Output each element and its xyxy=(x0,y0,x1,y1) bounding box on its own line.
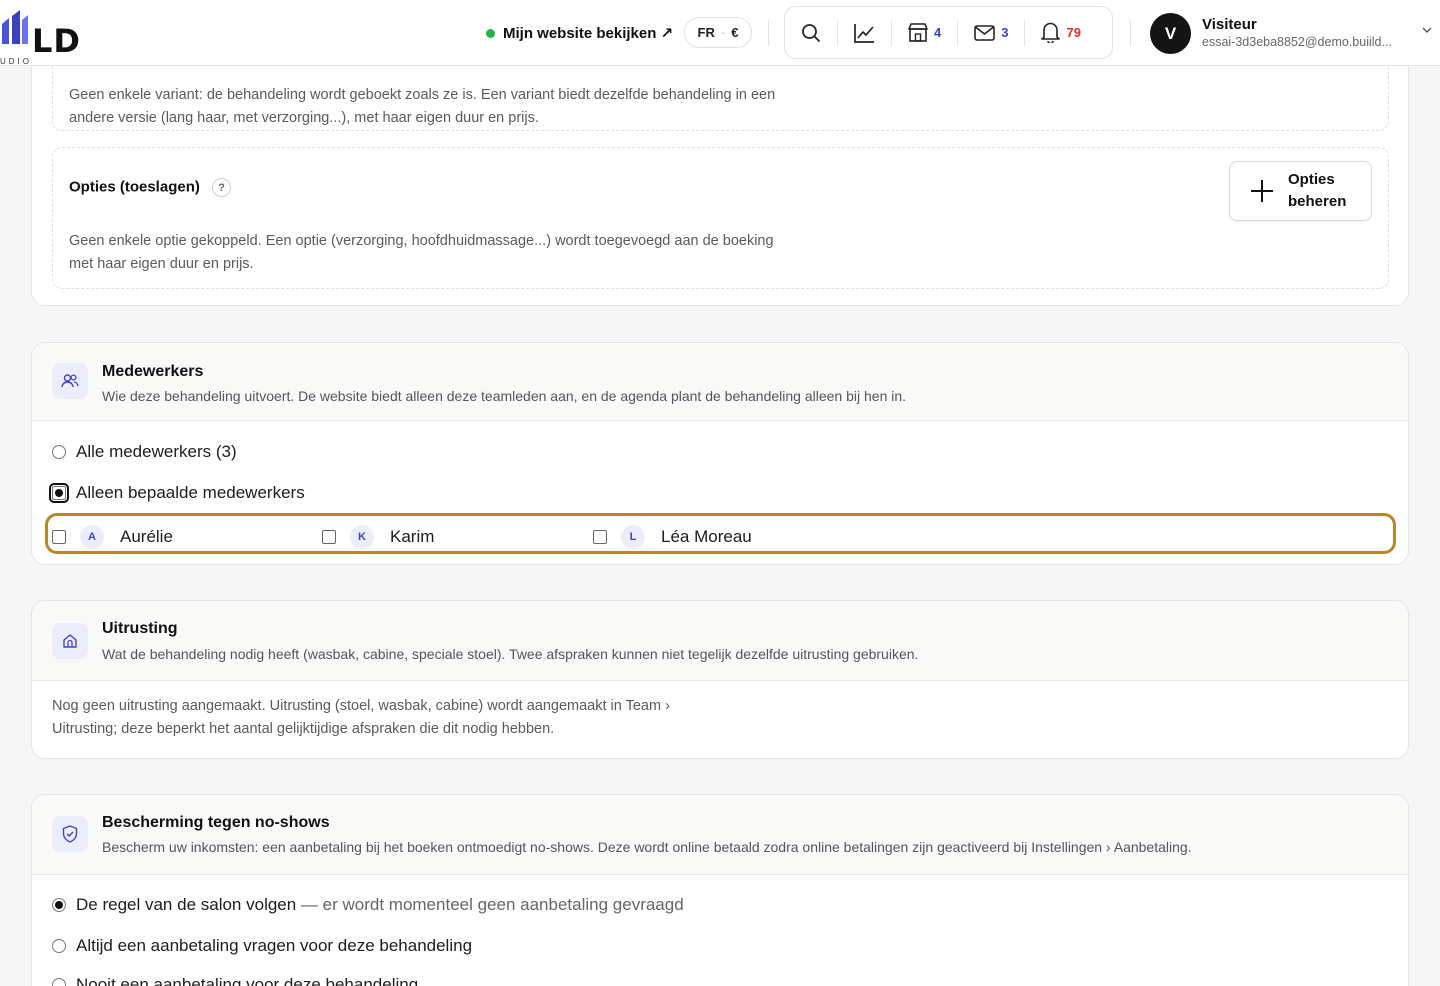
store-count-badge: 4 xyxy=(934,25,942,40)
radio-all-staff-control[interactable] xyxy=(52,445,66,459)
divider xyxy=(1130,20,1131,46)
logo-subtext: UDIO xyxy=(0,57,32,66)
staff-member-initial: L xyxy=(621,525,645,549)
users-icon xyxy=(61,374,79,388)
radio-always-deposit-label: Altijd een aanbetaling vragen voor deze … xyxy=(76,936,473,955)
shield-icon-badge xyxy=(52,816,88,852)
home-icon xyxy=(63,634,77,648)
user-avatar[interactable]: V xyxy=(1150,13,1191,54)
equipment-title: Uitrusting xyxy=(102,620,178,637)
brand-logo[interactable]: LD UDIO xyxy=(0,10,100,66)
plus-icon xyxy=(1251,180,1273,202)
radio-never-deposit-label: Nooit een aanbetaling voor deze behandel… xyxy=(76,975,419,986)
equipment-card: Uitrusting Wat de behandeling nodig heef… xyxy=(31,600,1409,759)
online-status-dot xyxy=(486,28,495,38)
radio-follow-salon-rule[interactable]: De regel van de salon volgen — er wordt … xyxy=(52,895,684,915)
staff-member-initial: K xyxy=(350,525,374,549)
staff-card: Medewerkers Wie deze behandeling uitvoer… xyxy=(31,342,1409,565)
language-code: FR xyxy=(697,25,715,40)
help-icon[interactable]: ? xyxy=(212,178,232,197)
chart-icon xyxy=(854,23,874,43)
staff-description: Wie deze behandeling uitvoert. De websit… xyxy=(102,388,907,404)
view-website-link[interactable]: Mijn website bekijken ↗ xyxy=(486,22,673,44)
manage-options-label: Opties beheren xyxy=(1288,171,1347,210)
staff-member-checkbox[interactable] xyxy=(52,530,66,544)
home-icon-badge xyxy=(52,623,88,659)
separator-dot: · xyxy=(720,25,726,40)
radio-always-deposit-control[interactable] xyxy=(52,939,66,953)
search-icon xyxy=(802,23,820,42)
follow-rule-note: — er wordt momenteel geen aanbetaling ge… xyxy=(296,895,684,914)
staff-member-list: A Aurélie K Karim L Léa Moreau xyxy=(45,513,1396,554)
follow-rule-text: De regel van de salon volgen xyxy=(76,895,297,914)
options-empty-text: Geen enkele optie gekoppeld. Een optie (… xyxy=(69,233,774,272)
radio-never-deposit-control[interactable] xyxy=(52,978,66,986)
radio-never-deposit[interactable]: Nooit een aanbetaling voor deze behandel… xyxy=(52,975,418,986)
variants-options-card: Geen enkele variant: de behandeling word… xyxy=(31,40,1409,306)
staff-member-checkbox[interactable] xyxy=(593,530,607,544)
staff-member-name: Karim xyxy=(390,527,435,546)
store-icon xyxy=(908,23,928,42)
radio-specific-staff-control[interactable] xyxy=(49,483,69,503)
users-icon-badge xyxy=(52,363,88,399)
radio-all-staff[interactable]: Alle medewerkers (3) xyxy=(52,442,237,462)
staff-member-lea-moreau[interactable]: L Léa Moreau xyxy=(593,525,752,549)
staff-member-initial: A xyxy=(80,525,104,549)
radio-specific-staff[interactable]: Alleen bepaalde medewerkers xyxy=(49,483,305,503)
view-website-label: Mijn website bekijken ↗ xyxy=(503,25,674,42)
mail-count-badge: 3 xyxy=(1001,25,1009,40)
mail-icon xyxy=(974,24,996,41)
options-title: Opties (toeslagen) xyxy=(69,178,200,196)
chevron-down-icon[interactable] xyxy=(1421,26,1433,34)
radio-follow-salon-rule-label: De regel van de salon volgen — er wordt … xyxy=(76,895,684,915)
radio-all-staff-label: Alle medewerkers (3) xyxy=(76,442,237,461)
user-name: Visiteur xyxy=(1202,16,1257,33)
shield-icon xyxy=(62,825,78,843)
noshow-card: Bescherming tegen no-shows Bescherm uw i… xyxy=(31,794,1409,986)
divider xyxy=(768,20,769,46)
variants-empty-text: Geen enkele variant: de behandeling word… xyxy=(69,87,776,126)
radio-follow-salon-rule-control[interactable] xyxy=(52,898,66,912)
notification-count-badge: 79 xyxy=(1066,25,1081,40)
staff-member-checkbox[interactable] xyxy=(322,530,336,544)
options-box: Opties (toeslagen) ? Opties beheren Geen… xyxy=(52,147,1389,289)
radio-specific-staff-label: Alleen bepaalde medewerkers xyxy=(76,483,305,502)
user-email: essai-3d3eba8852@demo.buiild... xyxy=(1202,35,1392,49)
radio-always-deposit[interactable]: Altijd een aanbetaling vragen voor deze … xyxy=(52,936,472,956)
staff-member-name: Léa Moreau xyxy=(661,527,752,546)
staff-member-name: Aurélie xyxy=(120,527,173,546)
noshow-title: Bescherming tegen no-shows xyxy=(102,814,330,831)
logo-mark-icon xyxy=(2,10,28,44)
currency-symbol: € xyxy=(731,25,739,40)
staff-member-aurelie[interactable]: A Aurélie xyxy=(52,525,173,549)
noshow-card-header: Bescherming tegen no-shows Bescherm uw i… xyxy=(32,795,1408,875)
equipment-card-header: Uitrusting Wat de behandeling nodig heef… xyxy=(32,601,1408,681)
equipment-empty-text: Nog geen uitrusting aangemaakt. Uitrusti… xyxy=(52,698,670,737)
notifications-button[interactable]: 79 xyxy=(1025,7,1096,58)
messages-button[interactable]: 3 xyxy=(958,7,1024,58)
search-button[interactable] xyxy=(785,7,837,58)
manage-options-button[interactable]: Opties beheren xyxy=(1229,161,1372,221)
noshow-description: Bescherm uw inkomsten: een aanbetaling b… xyxy=(102,839,1192,855)
toolbar-icon-group: 4 3 79 xyxy=(784,6,1113,59)
stats-button[interactable] xyxy=(838,7,891,58)
language-currency-selector[interactable]: FR · € xyxy=(684,17,752,48)
options-heading: Opties (toeslagen) ? xyxy=(69,178,232,197)
logo-text: LD xyxy=(32,22,81,60)
staff-member-karim[interactable]: K Karim xyxy=(322,525,434,549)
equipment-description: Wat de behandeling nodig heeft (wasbak, … xyxy=(102,646,919,662)
store-button[interactable]: 4 xyxy=(892,7,957,58)
staff-title: Medewerkers xyxy=(102,363,204,380)
bell-icon xyxy=(1041,22,1061,43)
top-bar: LD UDIO Mijn website bekijken ↗ FR · € 4… xyxy=(0,0,1440,66)
staff-card-header: Medewerkers Wie deze behandeling uitvoer… xyxy=(32,343,1408,421)
